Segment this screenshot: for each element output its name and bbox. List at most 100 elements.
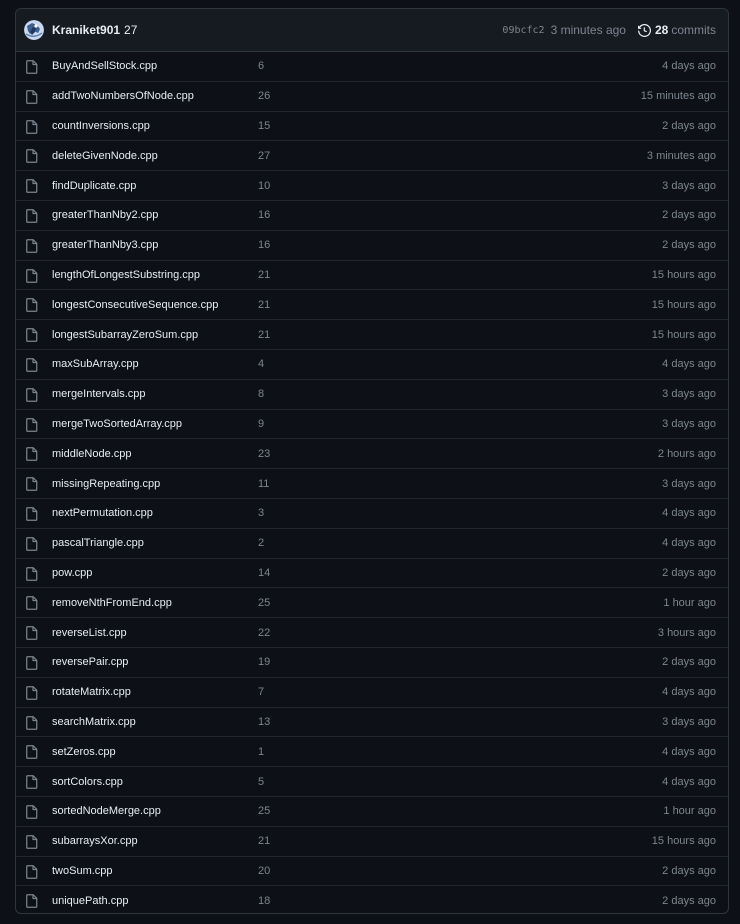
file-row[interactable]: sortedNodeMerge.cpp 25 1 hour ago [16, 797, 728, 827]
file-row[interactable]: reversePair.cpp 19 2 days ago [16, 648, 728, 678]
commit-message[interactable]: 27 [124, 23, 137, 37]
commits-label: commits [671, 23, 716, 37]
file-commit-message[interactable]: 6 [258, 60, 264, 72]
file-row[interactable]: longestConsecutiveSequence.cpp 21 15 hou… [16, 290, 728, 321]
file-name[interactable]: twoSum.cpp [52, 865, 113, 877]
file-commit-message[interactable]: 13 [258, 716, 270, 728]
file-name[interactable]: mergeIntervals.cpp [52, 388, 146, 400]
file-name[interactable]: sortedNodeMerge.cpp [52, 805, 161, 817]
avatar[interactable] [24, 20, 44, 40]
file-commit-message[interactable]: 2 [258, 537, 264, 549]
file-row[interactable]: sortColors.cpp 5 4 days ago [16, 767, 728, 797]
file-row[interactable]: deleteGivenNode.cpp 27 3 minutes ago [16, 141, 728, 172]
file-commit-message[interactable]: 7 [258, 686, 264, 698]
file-name[interactable]: middleNode.cpp [52, 448, 132, 460]
file-row[interactable]: maxSubArray.cpp 4 4 days ago [16, 350, 728, 380]
commit-author[interactable]: Kraniket901 [52, 23, 120, 37]
file-row[interactable]: pascalTriangle.cpp 2 4 days ago [16, 529, 728, 559]
file-name[interactable]: reverseList.cpp [52, 627, 127, 639]
file-name[interactable]: lengthOfLongestSubstring.cpp [52, 269, 200, 281]
file-row[interactable]: missingRepeating.cpp 11 3 days ago [16, 469, 728, 499]
file-row[interactable]: countInversions.cpp 15 2 days ago [16, 112, 728, 142]
file-commit-message[interactable]: 18 [258, 895, 270, 907]
file-row[interactable]: nextPermutation.cpp 3 4 days ago [16, 499, 728, 529]
file-row[interactable]: pow.cpp 14 2 days ago [16, 559, 728, 589]
file-commit-message[interactable]: 19 [258, 656, 270, 668]
file-name[interactable]: sortColors.cpp [52, 776, 123, 788]
file-commit-message[interactable]: 21 [258, 835, 270, 847]
file-name[interactable]: BuyAndSellStock.cpp [52, 60, 157, 72]
file-row[interactable]: longestSubarrayZeroSum.cpp 21 15 hours a… [16, 320, 728, 350]
file-commit-message[interactable]: 1 [258, 746, 264, 758]
file-commit-message[interactable]: 8 [258, 388, 264, 400]
file-row[interactable]: lengthOfLongestSubstring.cpp 21 15 hours… [16, 261, 728, 291]
file-commit-message[interactable]: 5 [258, 776, 264, 788]
file-commit-message[interactable]: 21 [258, 269, 270, 281]
file-commit-message[interactable]: 16 [258, 209, 270, 221]
commit-sha[interactable]: 09bcfc2 [502, 25, 544, 36]
commits-history-link[interactable]: 28 commits [637, 23, 716, 37]
file-name[interactable]: countInversions.cpp [52, 120, 150, 132]
file-row[interactable]: BuyAndSellStock.cpp 6 4 days ago [16, 52, 728, 82]
file-row[interactable]: findDuplicate.cpp 10 3 days ago [16, 171, 728, 201]
file-icon [26, 715, 38, 730]
file-commit-message[interactable]: 3 [258, 507, 264, 519]
file-commit-message[interactable]: 11 [258, 478, 269, 490]
file-commit-message[interactable]: 23 [258, 448, 270, 460]
file-row[interactable]: mergeIntervals.cpp 8 3 days ago [16, 380, 728, 410]
file-commit-message[interactable]: 25 [258, 597, 270, 609]
file-commit-message[interactable]: 9 [258, 418, 264, 430]
file-commit-message[interactable]: 27 [258, 150, 270, 162]
file-name[interactable]: greaterThanNby3.cpp [52, 239, 158, 251]
file-row[interactable]: searchMatrix.cpp 13 3 days ago [16, 708, 728, 738]
file-commit-message[interactable]: 20 [258, 865, 270, 877]
file-commit-message[interactable]: 4 [258, 358, 264, 370]
file-commit-message[interactable]: 15 [258, 120, 270, 132]
file-row[interactable]: uniquePath.cpp 18 2 days ago [16, 886, 728, 913]
file-icon [26, 89, 38, 104]
file-commit-message[interactable]: 26 [258, 90, 270, 102]
file-name[interactable]: mergeTwoSortedArray.cpp [52, 418, 182, 430]
file-commit-message[interactable]: 21 [258, 329, 270, 341]
file-commit-time: 2 days ago [662, 119, 716, 132]
file-commit-message[interactable]: 25 [258, 805, 270, 817]
file-name[interactable]: deleteGivenNode.cpp [52, 150, 158, 162]
file-name[interactable]: subarraysXor.cpp [52, 835, 138, 847]
file-row[interactable]: subarraysXor.cpp 21 15 hours ago [16, 827, 728, 857]
file-commit-message[interactable]: 14 [258, 567, 270, 579]
file-name[interactable]: longestSubarrayZeroSum.cpp [52, 329, 198, 341]
file-name[interactable]: pascalTriangle.cpp [52, 537, 144, 549]
file-row[interactable]: mergeTwoSortedArray.cpp 9 3 days ago [16, 410, 728, 440]
file-commit-time: 3 hours ago [657, 626, 716, 639]
file-row[interactable]: greaterThanNby2.cpp 16 2 days ago [16, 201, 728, 231]
file-commit-time: 4 days ago [662, 507, 716, 520]
file-row[interactable]: middleNode.cpp 23 2 hours ago [16, 439, 728, 470]
file-row[interactable]: reverseList.cpp 22 3 hours ago [16, 618, 728, 648]
file-name[interactable]: uniquePath.cpp [52, 895, 128, 907]
file-name[interactable]: findDuplicate.cpp [52, 180, 136, 192]
file-icon [26, 685, 38, 700]
file-name[interactable]: setZeros.cpp [52, 746, 116, 758]
file-icon [26, 507, 38, 521]
file-name[interactable]: nextPermutation.cpp [52, 507, 153, 519]
file-name[interactable]: rotateMatrix.cpp [52, 686, 131, 698]
file-row[interactable]: removeNthFromEnd.cpp 25 1 hour ago [16, 588, 728, 619]
file-name[interactable]: searchMatrix.cpp [52, 716, 136, 728]
file-name[interactable]: addTwoNumbersOfNode.cpp [52, 90, 194, 102]
file-commit-message[interactable]: 21 [258, 299, 270, 311]
file-row[interactable]: rotateMatrix.cpp 7 4 days ago [16, 678, 728, 708]
file-name[interactable]: reversePair.cpp [52, 656, 128, 668]
file-name[interactable]: pow.cpp [52, 567, 92, 579]
file-commit-message[interactable]: 10 [258, 180, 270, 192]
file-row[interactable]: greaterThanNby3.cpp 16 2 days ago [16, 231, 728, 261]
file-row[interactable]: twoSum.cpp 20 2 days ago [16, 857, 728, 887]
file-row[interactable]: addTwoNumbersOfNode.cpp 26 15 minutes ag… [16, 82, 728, 112]
file-name[interactable]: missingRepeating.cpp [52, 478, 160, 490]
file-name[interactable]: greaterThanNby2.cpp [52, 209, 158, 221]
file-name[interactable]: removeNthFromEnd.cpp [52, 597, 172, 609]
file-commit-message[interactable]: 16 [258, 239, 270, 251]
file-commit-message[interactable]: 22 [258, 627, 270, 639]
file-row[interactable]: setZeros.cpp 1 4 days ago [16, 737, 728, 768]
file-name[interactable]: maxSubArray.cpp [52, 358, 139, 370]
file-name[interactable]: longestConsecutiveSequence.cpp [52, 299, 218, 311]
